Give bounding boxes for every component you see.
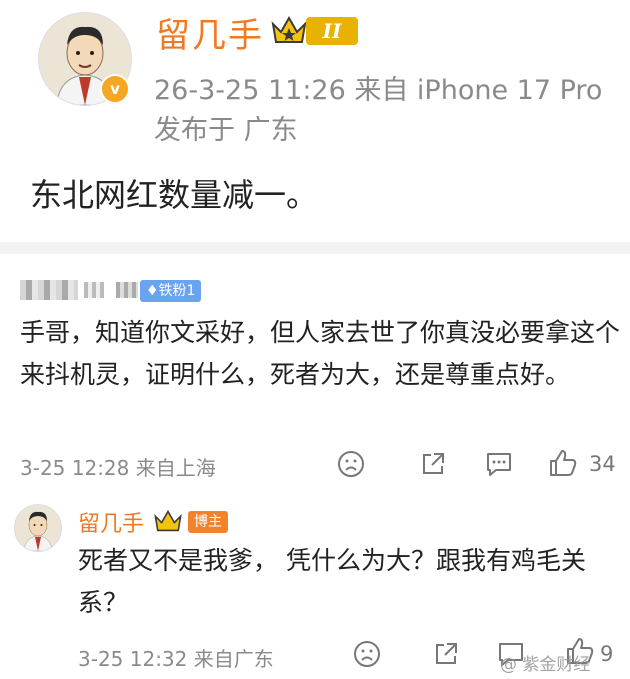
sad-face-icon[interactable]	[353, 640, 381, 668]
section-divider	[0, 242, 630, 254]
fan-badge-label: 铁粉1	[158, 283, 196, 299]
share-icon[interactable]	[432, 640, 460, 668]
post-author-name[interactable]: 留几手	[156, 8, 264, 57]
post-meta: 26-3-25 11:26 来自 iPhone 17 Pro	[154, 75, 603, 106]
watermark: @ 紫金财经	[500, 655, 591, 675]
like-count: 9	[600, 642, 614, 666]
comment-meta: 3-25 12:28 来自上海	[20, 456, 216, 480]
like-count: 34	[589, 452, 616, 476]
post-text: 东北网红数量减一。	[30, 176, 319, 214]
host-badge: 博主	[188, 511, 228, 533]
crown-icon	[270, 14, 308, 46]
reply-meta: 3-25 12:32 来自广东	[78, 647, 274, 671]
sad-face-icon[interactable]	[337, 450, 365, 478]
post-location: 发布于 广东	[154, 115, 298, 146]
crown-icon	[153, 508, 183, 534]
verified-icon: v	[100, 74, 130, 104]
level-badge: II	[306, 17, 358, 45]
fan-badge: ♦铁粉1	[140, 280, 202, 302]
comment-author-name-blurred-3	[116, 282, 138, 298]
reply-author-name[interactable]: 留几手	[78, 506, 144, 538]
share-icon[interactable]	[419, 450, 447, 478]
comment-author-name-blurred-2	[84, 282, 104, 298]
thumbs-up-icon[interactable]	[548, 448, 578, 478]
diamond-icon: ♦	[146, 283, 159, 299]
comment-author-name-blurred[interactable]	[20, 280, 78, 300]
reply-author-avatar[interactable]	[14, 504, 62, 552]
comment-icon[interactable]	[484, 450, 514, 478]
comment-text: 手哥，知道你文采好，但人家去世了你真没必要拿这个来抖机灵，证明什么，死者为大，还…	[20, 318, 621, 389]
reply-text: 死者又不是我爹， 凭什么为大？跟我有鸡毛关系？	[78, 546, 586, 617]
